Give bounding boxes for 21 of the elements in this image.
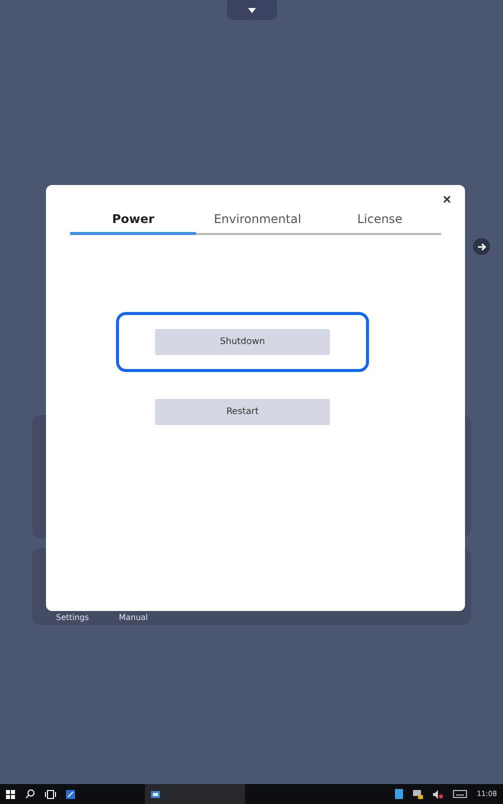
- windows-start-icon[interactable]: [6, 790, 15, 798]
- app-icon[interactable]: [151, 790, 160, 798]
- search-icon[interactable]: [25, 789, 35, 799]
- caret-down-icon: [248, 8, 256, 12]
- pull-down-tab[interactable]: [226, 0, 276, 20]
- tab[interactable]: License: [318, 212, 441, 235]
- app-icon[interactable]: [66, 790, 75, 798]
- close-button[interactable]: ×: [438, 191, 455, 208]
- arrow-right-icon: [476, 242, 486, 252]
- tab[interactable]: Environmental: [196, 212, 319, 235]
- next-arrow-button[interactable]: [473, 238, 490, 255]
- shortcut-label: Settings: [56, 613, 89, 623]
- tab[interactable]: Power: [70, 212, 196, 235]
- action-button[interactable]: Shutdown: [155, 329, 330, 355]
- volume-icon[interactable]: [432, 790, 443, 798]
- keyboard-icon[interactable]: [452, 790, 467, 798]
- app-icon[interactable]: [394, 789, 403, 799]
- action-button[interactable]: Restart: [155, 399, 330, 425]
- task-view-icon[interactable]: [45, 790, 56, 798]
- shortcut-label: Manual: [118, 613, 148, 623]
- network-icon[interactable]: [412, 790, 423, 798]
